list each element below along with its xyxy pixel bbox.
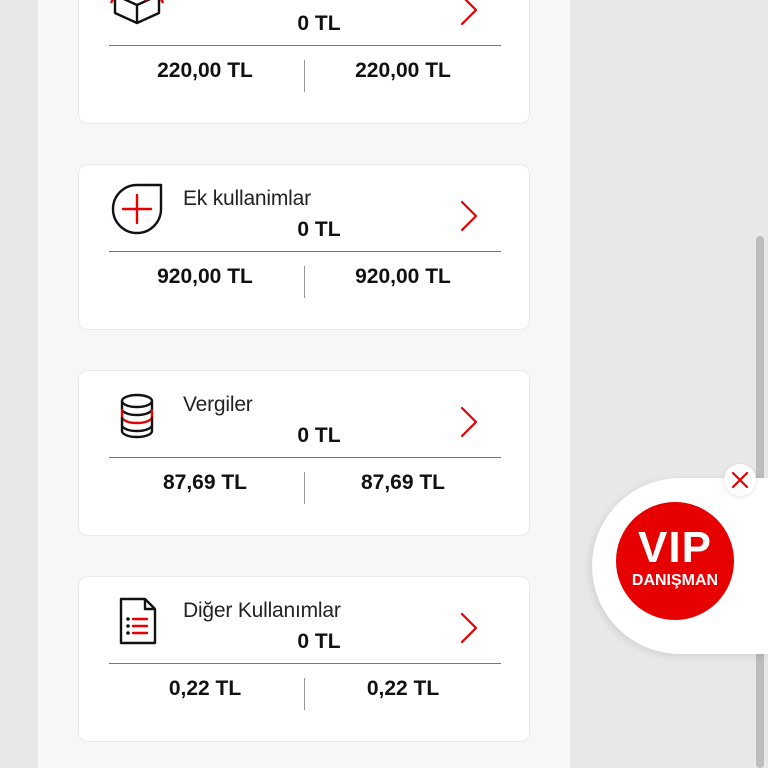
document-list-icon	[107, 591, 167, 651]
package-icon	[107, 0, 167, 33]
vip-advisor-button[interactable]: VIP DANIŞMAN	[616, 502, 734, 620]
card-title: Ek kullanimlar	[183, 187, 311, 210]
card-divider	[109, 45, 501, 46]
card-right-value: 87,69 TL	[360, 471, 446, 494]
card-left-value: 0,22 TL	[168, 677, 242, 700]
card-amount: 0 TL	[297, 630, 341, 653]
usage-card-taxes[interactable]: Vergiler 0 TL 87,69 TL 87,69 TL	[78, 370, 530, 536]
card-divider	[109, 457, 501, 458]
coins-icon	[107, 385, 167, 445]
chevron-right-icon[interactable]	[457, 0, 481, 27]
vip-subtitle: DANIŞMAN	[631, 572, 719, 589]
add-usage-icon	[107, 179, 167, 239]
vip-advisor-widget[interactable]: VIP DANIŞMAN	[592, 478, 768, 654]
card-right-value: 920,00 TL	[355, 265, 451, 288]
usage-card-packages[interactable]: 0 TL 220,00 TL 220,00 TL	[78, 0, 530, 124]
chevron-right-icon[interactable]	[457, 405, 481, 439]
card-left-value: 87,69 TL	[162, 471, 248, 494]
close-icon	[731, 471, 749, 489]
card-title: Vergiler	[183, 393, 253, 416]
card-title: Diğer Kullanımlar	[183, 599, 341, 622]
card-right-value: 0,22 TL	[366, 677, 440, 700]
vip-close-button[interactable]	[724, 464, 756, 496]
chevron-right-icon[interactable]	[457, 199, 481, 233]
usage-card-extra-usage[interactable]: Ek kullanimlar 0 TL 920,00 TL 920,00 TL	[78, 164, 530, 330]
card-amount: 0 TL	[297, 12, 341, 35]
vip-title: VIP	[638, 523, 712, 572]
card-amount: 0 TL	[297, 424, 341, 447]
card-divider	[109, 663, 501, 664]
card-left-value: 920,00 TL	[157, 265, 253, 288]
card-right-value: 220,00 TL	[355, 59, 451, 82]
card-amount: 0 TL	[297, 218, 341, 241]
chevron-right-icon[interactable]	[457, 611, 481, 645]
card-divider	[109, 251, 501, 252]
usage-card-other-usage[interactable]: Diğer Kullanımlar 0 TL 0,22 TL 0,22 TL	[78, 576, 530, 742]
card-left-value: 220,00 TL	[157, 59, 253, 82]
